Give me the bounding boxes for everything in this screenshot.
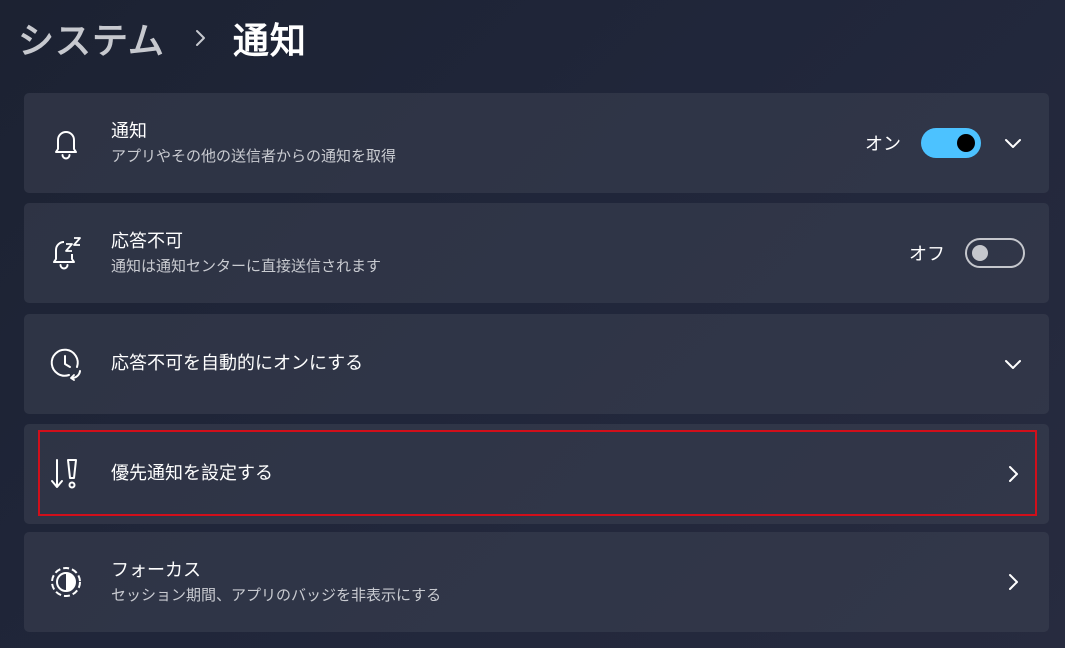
breadcrumb-parent-system[interactable]: システム xyxy=(18,12,165,64)
chevron-right-icon[interactable] xyxy=(1001,570,1025,594)
setting-title: 通知 xyxy=(111,121,147,142)
priority-icon xyxy=(48,456,84,492)
auto-dnd-setting-card[interactable]: 応答不可を自動的にオンにする xyxy=(24,314,1049,414)
do-not-disturb-setting-card[interactable]: 応答不可 通知は通知センターに直接送信されます オフ xyxy=(24,203,1049,303)
bell-icon xyxy=(48,125,84,161)
priority-notifications-setting-card[interactable]: 優先通知を設定する xyxy=(24,424,1049,524)
toggle-state-label: オン xyxy=(865,134,901,155)
focus-icon xyxy=(48,564,84,600)
setting-subtitle: セッション期間、アプリのバッジを非表示にする xyxy=(111,586,442,604)
bell-snooze-icon xyxy=(48,235,84,271)
setting-title: 応答不可を自動的にオンにする xyxy=(111,353,364,374)
notifications-setting-card[interactable]: 通知 アプリやその他の送信者からの通知を取得 オン xyxy=(24,93,1049,193)
chevron-down-icon[interactable] xyxy=(1001,352,1025,376)
page-title: 通知 xyxy=(232,21,307,62)
setting-title: フォーカス xyxy=(111,560,201,581)
setting-title: 優先通知を設定する xyxy=(111,463,273,484)
toggle-state-label: オフ xyxy=(909,244,945,265)
setting-subtitle: 通知は通知センターに直接送信されます xyxy=(111,257,382,275)
do-not-disturb-toggle[interactable] xyxy=(965,238,1025,268)
notifications-toggle[interactable] xyxy=(921,128,981,158)
chevron-right-icon[interactable] xyxy=(1001,462,1025,486)
chevron-right-icon xyxy=(191,28,211,48)
setting-title: 応答不可 xyxy=(111,231,183,252)
focus-setting-card[interactable]: フォーカス セッション期間、アプリのバッジを非表示にする xyxy=(24,532,1049,632)
clock-refresh-icon xyxy=(48,346,84,382)
toggle-knob xyxy=(957,134,975,152)
chevron-down-icon[interactable] xyxy=(1001,131,1025,155)
breadcrumb: システム 通知 xyxy=(18,10,307,66)
toggle-knob xyxy=(972,245,988,261)
setting-subtitle: アプリやその他の送信者からの通知を取得 xyxy=(111,147,397,165)
